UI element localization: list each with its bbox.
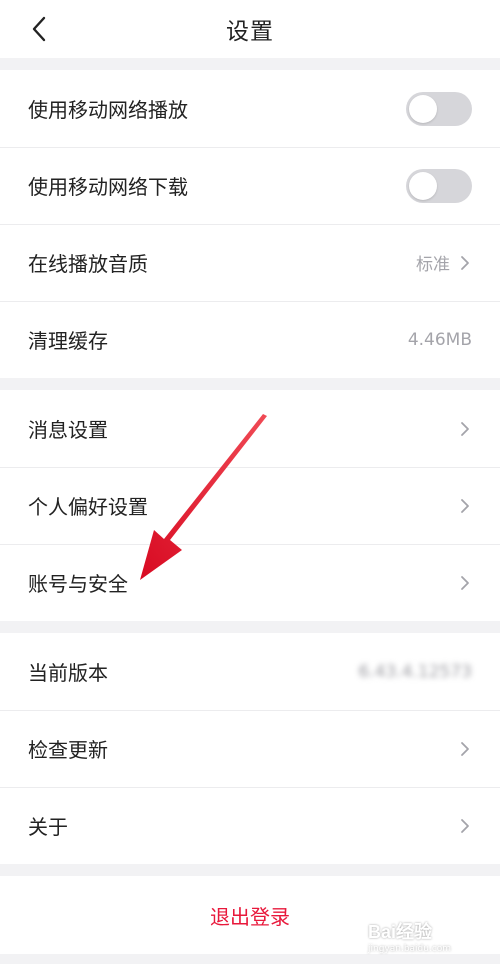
play-mobile-network-toggle[interactable] [406, 91, 472, 126]
chevron-right-icon [458, 573, 472, 593]
chevron-right-icon [458, 253, 472, 273]
quality-value: 标准 [416, 255, 450, 275]
row-label: 使用移动网络播放 [28, 98, 188, 122]
toggle-knob [409, 171, 437, 200]
row-playback-quality[interactable]: 在线播放音质 标准 [0, 224, 500, 301]
row-label: 检查更新 [28, 738, 108, 762]
cache-size-value: 4.46MB [407, 329, 472, 350]
row-message-settings[interactable]: 消息设置 [0, 390, 500, 467]
chevron-right-icon [458, 496, 472, 516]
row-account-security[interactable]: 账号与安全 [0, 544, 500, 621]
row-label: 在线播放音质 [28, 252, 148, 276]
download-mobile-network-toggle[interactable] [406, 168, 472, 203]
row-label: 清理缓存 [28, 329, 108, 353]
row-check-update[interactable]: 检查更新 [0, 710, 500, 787]
row-label: 消息设置 [28, 418, 108, 442]
row-about[interactable]: 关于 [0, 787, 500, 864]
row-label: 关于 [28, 815, 68, 839]
row-label: 使用移动网络下载 [28, 175, 188, 199]
chevron-right-icon [458, 419, 472, 439]
row-label: 当前版本 [28, 661, 108, 685]
header: 设置 [0, 0, 500, 58]
row-play-mobile-network: 使用移动网络播放 [0, 70, 500, 147]
chevron-right-icon [458, 816, 472, 836]
settings-group-preferences: 消息设置 个人偏好设置 账号与安全 [0, 390, 500, 621]
row-label: 个人偏好设置 [28, 495, 148, 519]
page-title: 设置 [226, 19, 274, 45]
settings-page: 设置 使用移动网络播放 使用移动网络下载 在线播放音质 标准 清理缓存 4.46… [0, 0, 500, 964]
chevron-right-icon [458, 739, 472, 759]
settings-group-about: 当前版本 6.43.4.12573 检查更新 关于 [0, 633, 500, 864]
row-clear-cache[interactable]: 清理缓存 4.46MB [0, 301, 500, 378]
watermark-url: jingyan.baidu.com [368, 944, 452, 954]
settings-group-network: 使用移动网络播放 使用移动网络下载 在线播放音质 标准 清理缓存 4.46MB [0, 70, 500, 378]
logout-label: 退出登录 [210, 904, 290, 929]
chevron-left-icon [32, 16, 46, 42]
toggle-knob [409, 94, 437, 123]
row-label: 账号与安全 [28, 572, 128, 596]
row-current-version: 当前版本 6.43.4.12573 [0, 633, 500, 710]
row-personal-preferences[interactable]: 个人偏好设置 [0, 467, 500, 544]
watermark-main: Bai经验 [368, 922, 433, 942]
baidu-jingyan-watermark: Bai经验 jingyan.baidu.com [368, 918, 478, 958]
version-value: 6.43.4.12573 [358, 661, 472, 682]
row-download-mobile-network: 使用移动网络下载 [0, 147, 500, 224]
back-button[interactable] [24, 14, 54, 44]
